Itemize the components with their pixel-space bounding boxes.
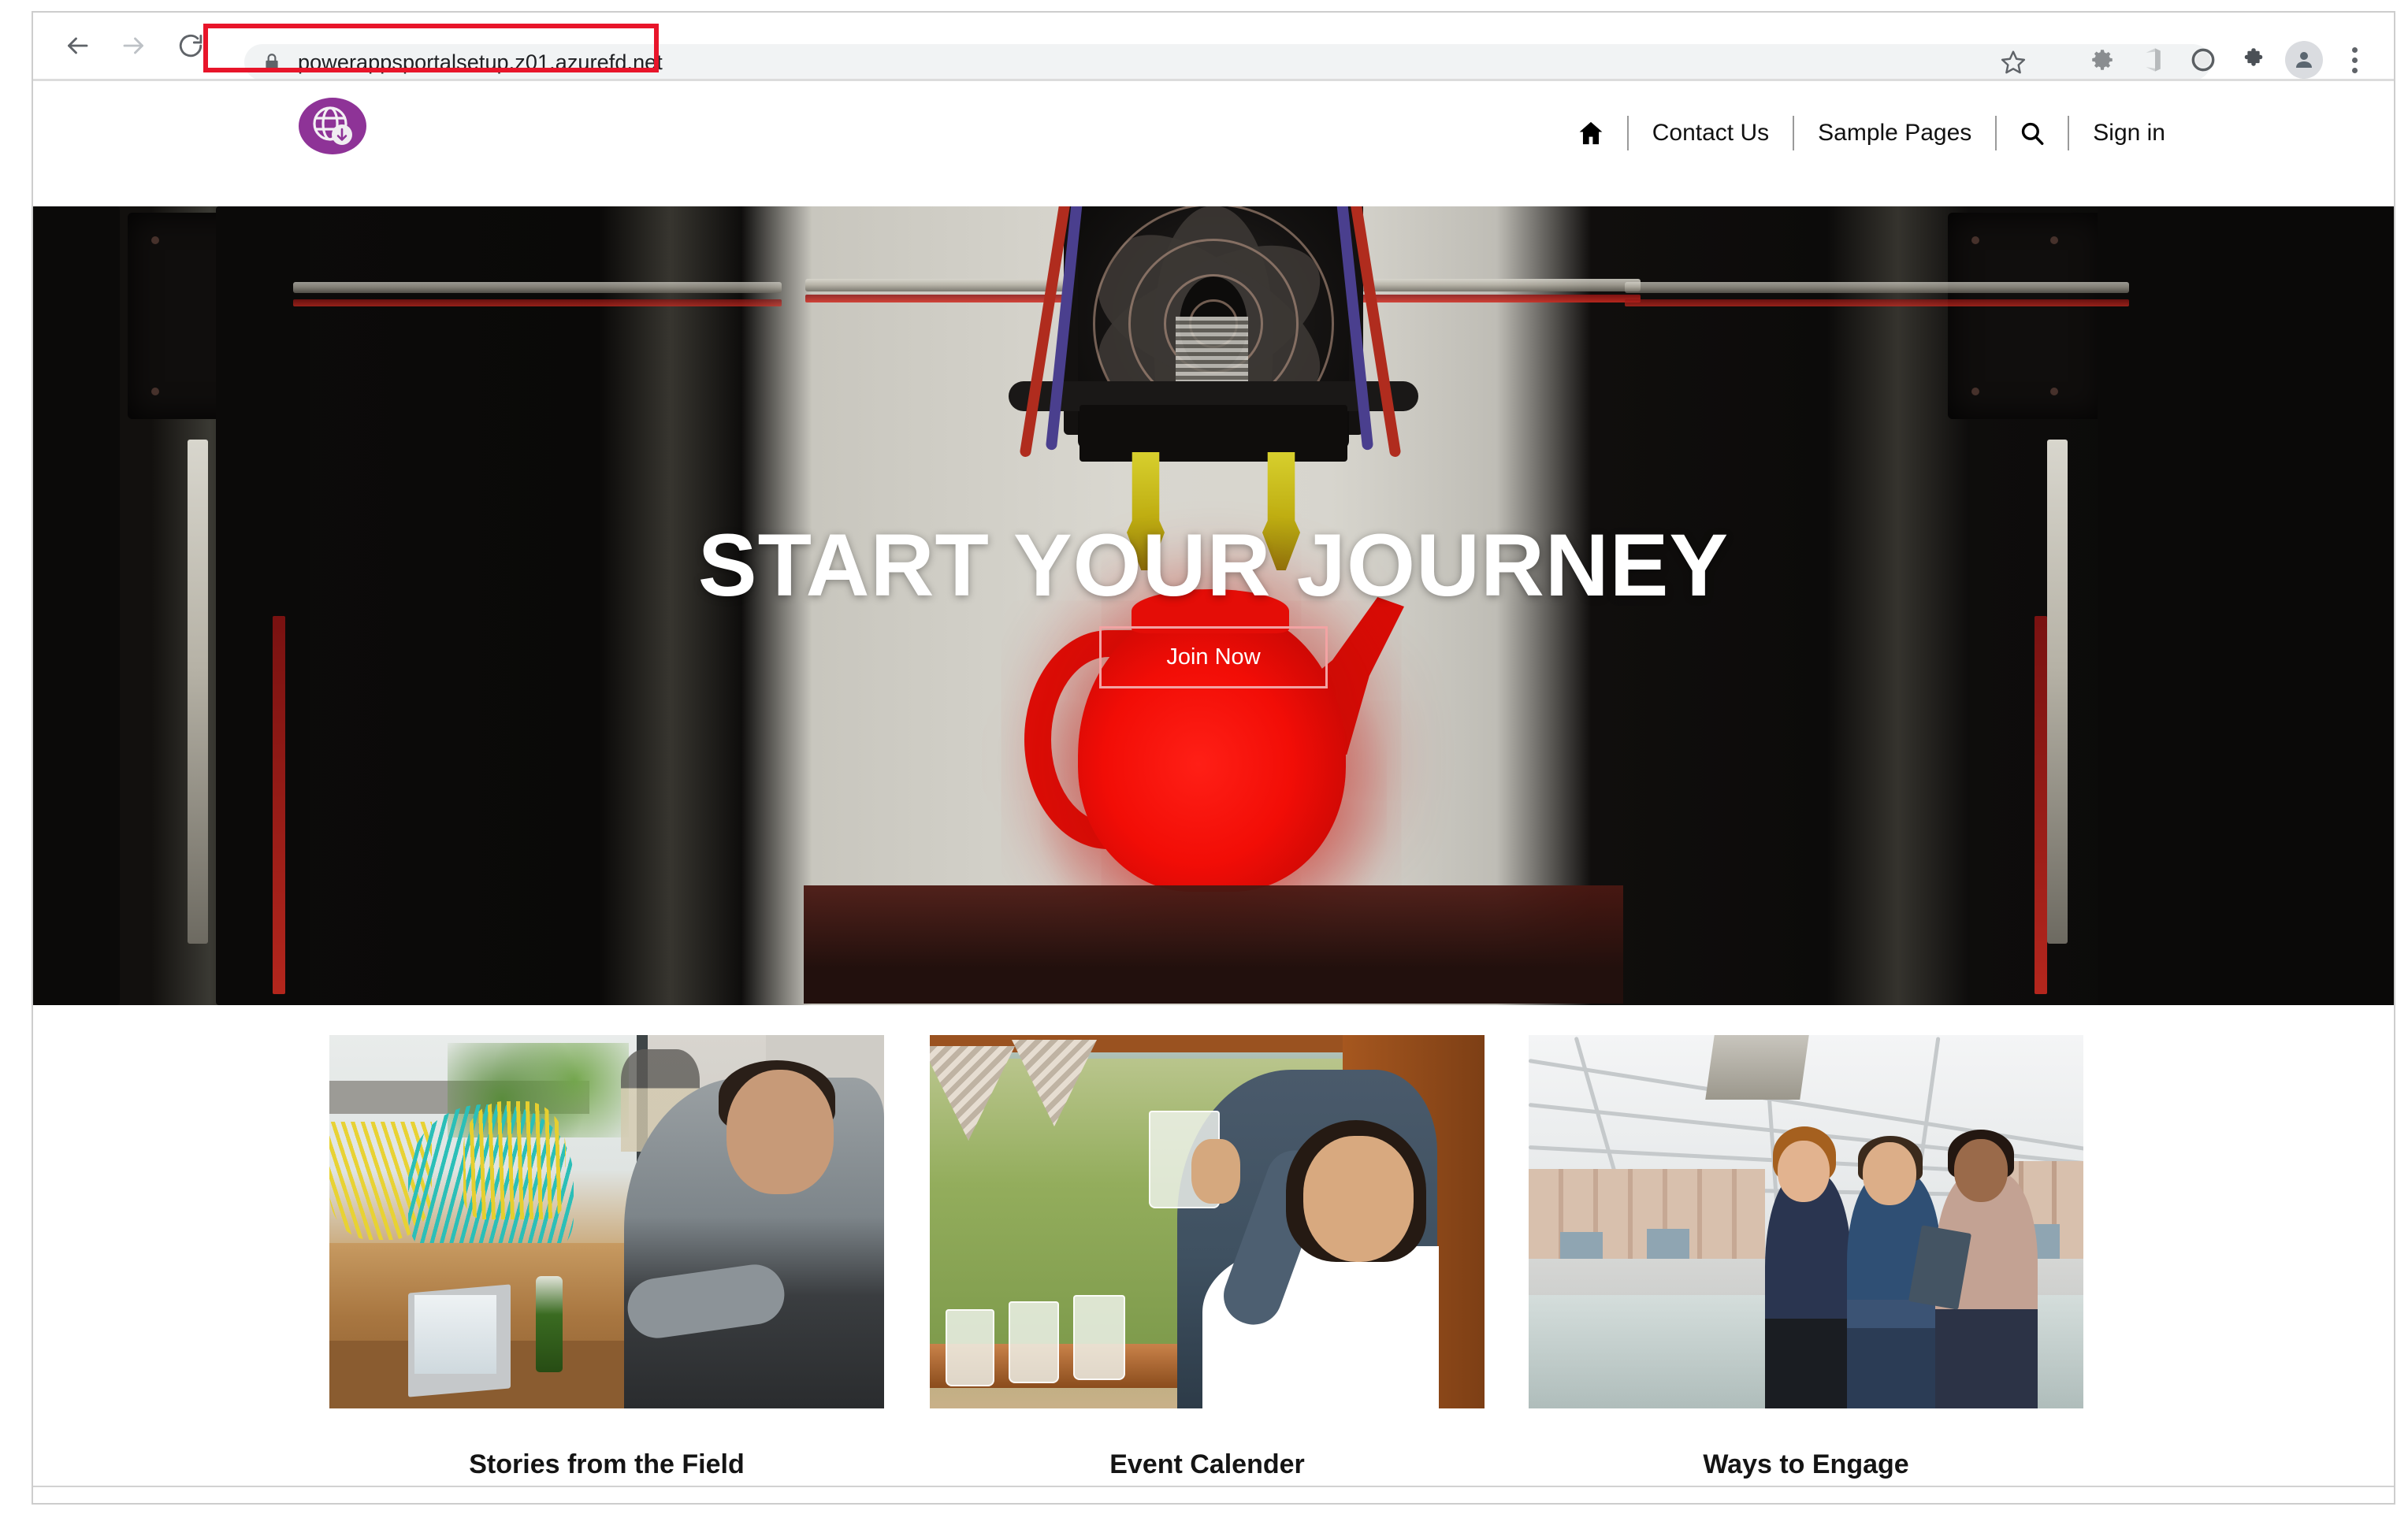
forward-arrow-icon[interactable]	[106, 17, 162, 74]
nav-sample-pages[interactable]: Sample Pages	[1794, 109, 1995, 157]
extensions-puzzle-icon[interactable]	[2228, 36, 2279, 83]
globe-download-logo[interactable]	[299, 98, 366, 154]
profile-avatar-icon[interactable]	[2279, 36, 2329, 83]
card-image-stories-from-the-field[interactable]	[329, 1035, 884, 1408]
site-header: Contact Us Sample Pages Sign in	[33, 81, 2394, 206]
nav-contact-us[interactable]: Contact Us	[1629, 109, 1793, 157]
join-now-button[interactable]: Join Now	[1099, 626, 1328, 688]
card-ways-to-engage[interactable]: Ways to Engage	[1529, 1035, 2083, 1480]
address-bar[interactable]: powerappsportalsetup.z01.azurefd.net	[244, 44, 2211, 80]
printer-bed	[804, 885, 1623, 1004]
page-bottom-divider	[33, 1486, 2394, 1487]
kebab-dots	[2337, 38, 2372, 82]
nav-home[interactable]	[1555, 119, 1627, 147]
nav-sign-in[interactable]: Sign in	[2069, 109, 2189, 157]
navigation-buttons	[49, 17, 219, 74]
hero-banner: START YOUR JOURNEY Join Now	[33, 206, 2394, 1005]
card-image-event-calender[interactable]	[930, 1035, 1485, 1408]
browser-extension-icons	[2077, 36, 2380, 83]
nav-search[interactable]	[1997, 120, 2068, 147]
card-title-stories-from-the-field[interactable]: Stories from the Field	[329, 1449, 884, 1480]
card-image-ways-to-engage[interactable]	[1529, 1035, 2083, 1408]
lock-icon	[262, 52, 282, 72]
circle-icon[interactable]	[2178, 36, 2228, 83]
back-arrow-icon[interactable]	[49, 17, 106, 74]
card-title-event-calender[interactable]: Event Calender	[930, 1449, 1485, 1480]
url-text[interactable]: powerappsportalsetup.z01.azurefd.net	[298, 50, 663, 75]
card-event-calender[interactable]: Event Calender	[930, 1035, 1485, 1480]
hero-title: START YOUR JOURNEY	[697, 516, 1730, 615]
browser-toolbar: powerappsportalsetup.z01.azurefd.net	[32, 11, 2395, 80]
page-viewport: Contact Us Sample Pages Sign in START YO…	[32, 79, 2395, 1505]
printer-extruder-head	[993, 206, 1434, 570]
site-navigation: Contact Us Sample Pages Sign in	[1555, 109, 2189, 157]
star-icon[interactable]	[1995, 44, 2031, 80]
feature-cards: Stories from the Field Event Calender Wa…	[33, 1005, 2394, 1480]
gear-icon[interactable]	[2077, 36, 2127, 83]
card-stories-from-the-field[interactable]: Stories from the Field	[329, 1035, 884, 1480]
chrome-menu-icon[interactable]	[2329, 36, 2380, 83]
card-title-ways-to-engage[interactable]: Ways to Engage	[1529, 1449, 2083, 1480]
browser-window: powerappsportalsetup.z01.azurefd.net Con…	[0, 0, 2408, 1514]
office-icon[interactable]	[2127, 36, 2178, 83]
printer-frame-right	[1948, 213, 2105, 419]
reload-icon[interactable]	[162, 17, 219, 74]
avatar	[2285, 41, 2323, 79]
